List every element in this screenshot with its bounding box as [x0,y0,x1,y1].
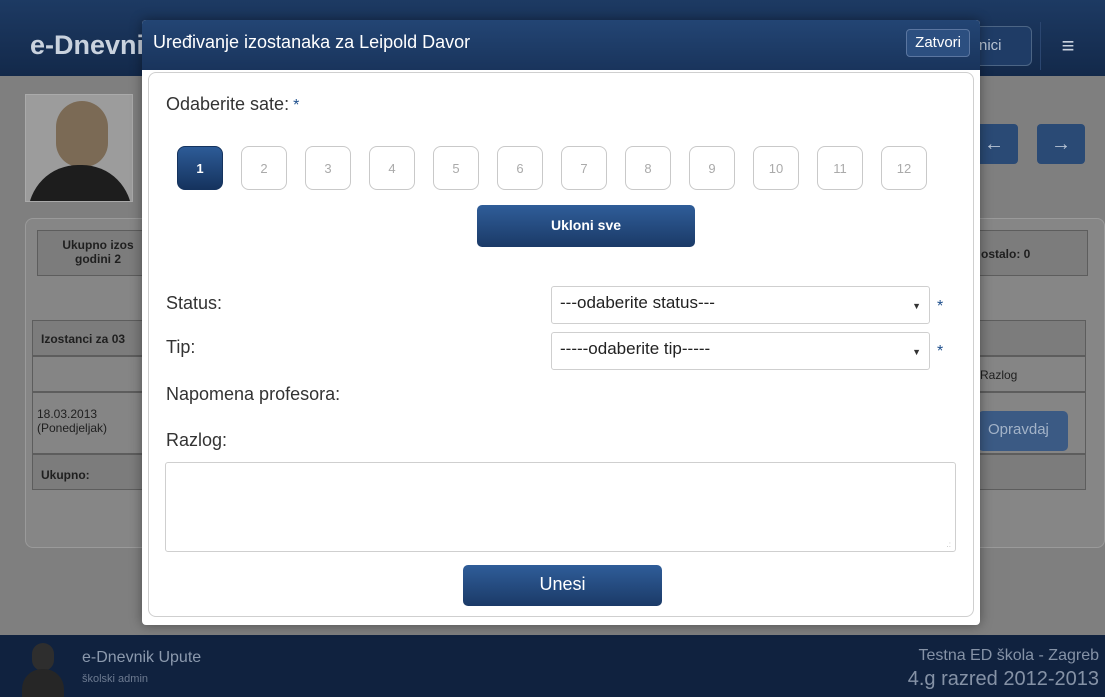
hour-button-10[interactable]: 10 [753,146,799,190]
footer-school: Testna ED škola - Zagreb [918,647,1099,664]
close-button[interactable]: Zatvori [906,29,970,57]
modal-header: Uređivanje izostanaka za Leipold Davor Z… [142,20,980,70]
chevron-down-icon: ▼ [912,301,921,311]
status-required-mark: * [937,298,944,315]
user-icon [22,643,64,697]
hour-button-11[interactable]: 11 [817,146,863,190]
footer: e-Dnevnik Upute školski admin Testna ED … [0,635,1105,697]
student-avatar [25,94,133,202]
reason-label: Razlog: [166,430,228,450]
footer-class-year: 4.g razred 2012-2013 [907,668,1099,690]
hour-button-1[interactable]: 1 [177,146,223,190]
modal-body: Odaberite sate: * 1 2 3 4 5 6 7 8 9 10 11… [148,72,974,617]
summary-left: Ukupno izos godini 2 [37,230,147,276]
justify-button[interactable]: Opravdaj [978,411,1068,451]
status-label: Status: [166,293,223,313]
type-required-mark: * [937,343,944,360]
hour-button-7[interactable]: 7 [561,146,607,190]
hour-button-8[interactable]: 8 [625,146,671,190]
hour-button-4[interactable]: 4 [369,146,415,190]
required-mark: * [293,97,300,114]
footer-app-link[interactable]: e-Dnevnik Upute [82,649,201,667]
submit-button[interactable]: Unesi [463,565,662,606]
teacher-note-label: Napomena profesora: [166,384,341,404]
footer-role: školski admin [82,673,149,685]
hour-button-6[interactable]: 6 [497,146,543,190]
chevron-down-icon: ▼ [912,347,921,357]
hour-button-3[interactable]: 3 [305,146,351,190]
column-reason: Razlog [980,368,1018,382]
resize-grip-icon: .: [946,540,951,549]
summary-right: ostalo: 0 [970,230,1088,276]
hour-button-2[interactable]: 2 [241,146,287,190]
hour-button-12[interactable]: 12 [881,146,927,190]
type-label: Tip: [166,337,196,357]
modal-title: Uređivanje izostanaka za Leipold Davor [153,32,471,52]
remove-all-button[interactable]: Ukloni sve [477,205,695,247]
hour-button-9[interactable]: 9 [689,146,735,190]
hours-selector: 1 2 3 4 5 6 7 8 9 10 11 12 [177,146,927,190]
menu-icon[interactable]: ≡ [1040,22,1095,70]
type-select[interactable]: -----odaberite tip----- ▼ [551,332,930,370]
brand-logo: e-Dnevni [30,30,145,60]
hours-label: Odaberite sate: * [166,94,300,114]
reason-textarea[interactable]: .: [165,462,956,552]
edit-absences-modal: Uređivanje izostanaka za Leipold Davor Z… [142,20,980,625]
status-select[interactable]: ---odaberite status--- ▼ [551,286,930,324]
arrow-right-icon[interactable]: → [1037,124,1085,164]
hour-button-5[interactable]: 5 [433,146,479,190]
